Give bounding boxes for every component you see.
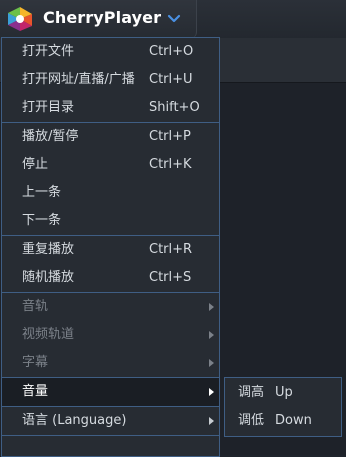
menu-item-label: 字幕 xyxy=(22,355,49,370)
menu-item-label: 重复播放 xyxy=(22,242,75,257)
menu-item-label: 音轨 xyxy=(22,299,49,314)
menu-item-play-pause[interactable]: 播放/暂停 Ctrl+P xyxy=(2,123,219,151)
menu-item-label: 播放/暂停 xyxy=(22,129,79,144)
menu-item-open-url[interactable]: 打开网址/直播/广播 Ctrl+U xyxy=(2,66,219,94)
menu-item-subtitles[interactable]: 字幕 xyxy=(2,349,219,377)
app-menu-tab[interactable]: CherryPlayer xyxy=(0,0,197,38)
menu-item-shortcut: Shift+O xyxy=(149,100,200,115)
submenu-arrow-icon xyxy=(209,359,214,367)
chevron-down-icon[interactable] xyxy=(166,12,182,26)
submenu-item-volume-down[interactable]: 调低 Down xyxy=(225,407,341,435)
menu-item-shortcut: Ctrl+O xyxy=(149,44,194,59)
menu-item-repeat[interactable]: 重复播放 Ctrl+R xyxy=(2,236,219,264)
menu-item-volume[interactable]: 音量 xyxy=(2,378,219,406)
submenu-item-shortcut: Up xyxy=(275,385,293,400)
menu-item-label: 视频轨道 xyxy=(22,327,75,342)
menu-item-audio-track[interactable]: 音轨 xyxy=(2,293,219,321)
menu-item-label: 语言 (Language) xyxy=(22,413,127,428)
menu-item-shortcut: Ctrl+U xyxy=(149,72,193,87)
submenu-item-volume-up[interactable]: 调高 Up xyxy=(225,379,341,407)
menu-item-open-file[interactable]: 打开文件 Ctrl+O xyxy=(2,38,219,66)
menu-item-label: 打开目录 xyxy=(22,100,75,115)
menu-item-shortcut: Ctrl+R xyxy=(149,242,193,257)
menu-item-label: 下一条 xyxy=(22,213,62,228)
volume-submenu: 调高 Up 调低 Down xyxy=(224,377,342,437)
menu-item-label: 上一条 xyxy=(22,185,62,200)
menu-item-video-track[interactable]: 视频轨道 xyxy=(2,321,219,349)
submenu-item-label: 调高 xyxy=(238,385,265,400)
submenu-item-shortcut: Down xyxy=(275,413,312,428)
app-title: CherryPlayer xyxy=(43,8,162,27)
menu-item-label: 停止 xyxy=(22,157,49,172)
menu-item-stop[interactable]: 停止 Ctrl+K xyxy=(2,151,219,179)
menu-item-shortcut: Ctrl+P xyxy=(149,129,191,144)
submenu-arrow-icon xyxy=(209,331,214,339)
submenu-arrow-icon xyxy=(209,388,214,396)
menu-item-label: 随机播放 xyxy=(22,270,75,285)
menu-item-open-folder[interactable]: 打开目录 Shift+O xyxy=(2,94,219,122)
submenu-arrow-icon xyxy=(209,417,214,425)
title-bar: CherryPlayer xyxy=(0,0,346,38)
menu-item-shortcut: Ctrl+S xyxy=(149,270,192,285)
submenu-item-label: 调低 xyxy=(238,413,265,428)
menu-separator xyxy=(2,435,219,436)
menu-item-next[interactable]: 下一条 xyxy=(2,207,219,235)
submenu-arrow-icon xyxy=(209,303,214,311)
menu-item-label: 音量 xyxy=(22,384,49,399)
menu-item-previous[interactable]: 上一条 xyxy=(2,179,219,207)
menu-item-language[interactable]: 语言 (Language) xyxy=(2,407,219,435)
menu-item-shortcut: Ctrl+K xyxy=(149,157,192,172)
menu-item-label: 打开网址/直播/广播 xyxy=(22,72,135,87)
menu-item-label: 打开文件 xyxy=(22,44,75,59)
cherryplayer-logo-icon xyxy=(8,7,32,31)
menu-item-shuffle[interactable]: 随机播放 Ctrl+S xyxy=(2,264,219,292)
main-dropdown-menu: 打开文件 Ctrl+O 打开网址/直播/广播 Ctrl+U 打开目录 Shift… xyxy=(1,37,220,457)
